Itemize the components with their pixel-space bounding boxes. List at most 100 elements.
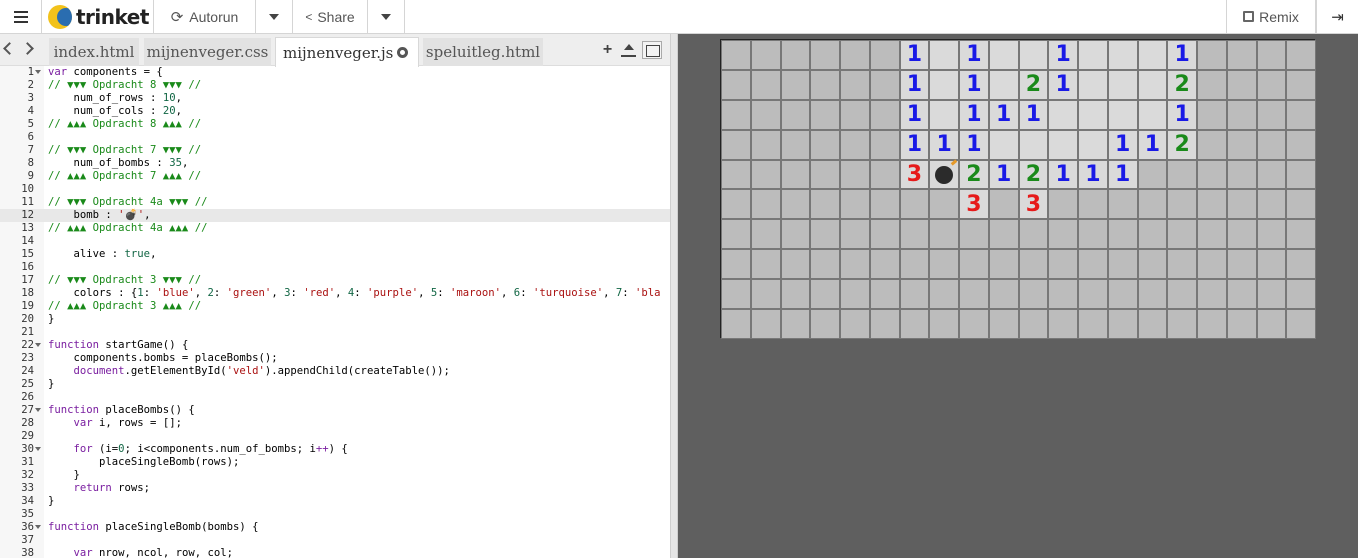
board-cell[interactable] (1197, 189, 1227, 220)
board-cell[interactable] (1197, 309, 1227, 339)
board-cell[interactable] (780, 99, 811, 130)
board-cell[interactable] (1137, 40, 1168, 70)
board-cell[interactable] (1167, 159, 1197, 190)
board-cell[interactable] (1226, 309, 1257, 339)
board-cell[interactable] (810, 99, 840, 130)
board-cell[interactable]: 2 (1018, 159, 1049, 190)
board-cell[interactable] (899, 309, 930, 339)
board-cell[interactable]: 1 (959, 40, 989, 70)
board-cell[interactable] (1107, 309, 1138, 339)
board-cell[interactable] (959, 249, 989, 280)
board-cell[interactable] (840, 189, 870, 220)
board-cell[interactable] (1197, 69, 1227, 100)
board-cell[interactable] (1197, 99, 1227, 130)
board-cell[interactable] (1048, 99, 1078, 130)
board-cell[interactable] (869, 99, 900, 130)
board-cell[interactable] (1137, 279, 1168, 310)
chevron-left-icon[interactable] (3, 42, 16, 55)
board-cell[interactable] (1197, 249, 1227, 280)
board-cell[interactable]: 1 (959, 129, 989, 160)
tab-index-html[interactable]: index.html (49, 38, 139, 66)
board-cell[interactable] (929, 249, 959, 280)
board-cell[interactable] (750, 40, 781, 70)
board-cell[interactable] (780, 189, 811, 220)
board-cell[interactable] (721, 309, 751, 339)
board-cell[interactable] (750, 189, 781, 220)
board-cell[interactable] (929, 69, 959, 100)
code-line[interactable]: 4 num_of_cols : 20, (0, 105, 670, 118)
board-cell[interactable]: 1 (929, 129, 959, 160)
board-cell[interactable]: 1 (959, 99, 989, 130)
board-cell[interactable] (1286, 159, 1316, 190)
board-cell[interactable]: 1 (1048, 69, 1078, 100)
board-cell[interactable]: 1 (1078, 159, 1108, 190)
board-cell[interactable] (1048, 249, 1078, 280)
board-cell[interactable] (810, 309, 840, 339)
board-cell[interactable] (1167, 189, 1197, 220)
board-cell[interactable] (1048, 219, 1078, 250)
board-cell[interactable] (721, 279, 751, 310)
board-cell[interactable] (840, 69, 870, 100)
board-cell[interactable] (1078, 40, 1108, 70)
board-cell[interactable]: 1 (988, 99, 1019, 130)
code-line[interactable]: 17 // ▼▼▼ Opdracht 3 ▼▼▼ // (0, 274, 670, 287)
board-cell[interactable] (1107, 249, 1138, 280)
board-cell[interactable] (750, 159, 781, 190)
board-cell[interactable] (750, 129, 781, 160)
board-cell[interactable] (780, 279, 811, 310)
board-cell[interactable] (929, 279, 959, 310)
tab-mijnenveger-css[interactable]: mijnenveger.css (144, 38, 271, 66)
board-cell[interactable] (1197, 159, 1227, 190)
share-options-dropdown[interactable] (368, 0, 405, 33)
board-cell[interactable] (1256, 309, 1287, 339)
board-cell[interactable]: 1 (1048, 159, 1078, 190)
code-line[interactable]: 34} (0, 495, 670, 508)
board-cell[interactable] (1256, 249, 1287, 280)
board-cell[interactable] (1137, 189, 1168, 220)
board-cell[interactable] (1018, 279, 1049, 310)
board-cell[interactable] (1226, 129, 1257, 160)
board-cell[interactable] (1078, 69, 1108, 100)
board-cell[interactable] (1286, 99, 1316, 130)
board-cell[interactable] (988, 309, 1019, 339)
board-cell[interactable] (1286, 69, 1316, 100)
board-cell[interactable] (721, 249, 751, 280)
code-line[interactable]: 32 } (0, 469, 670, 482)
board-cell[interactable] (899, 279, 930, 310)
board-cell[interactable] (750, 99, 781, 130)
board-cell[interactable] (1256, 40, 1287, 70)
board-cell[interactable] (810, 219, 840, 250)
board-cell[interactable] (721, 129, 751, 160)
board-cell[interactable] (721, 189, 751, 220)
board-cell[interactable] (721, 40, 751, 70)
board-cell[interactable] (988, 189, 1019, 220)
image-library-icon[interactable] (642, 41, 662, 59)
board-cell[interactable] (750, 279, 781, 310)
board-cell[interactable] (1226, 279, 1257, 310)
board-cell[interactable] (1256, 279, 1287, 310)
board-cell[interactable] (929, 99, 959, 130)
board-cell[interactable] (1018, 219, 1049, 250)
board-cell[interactable] (1226, 40, 1257, 70)
board-cell[interactable] (869, 69, 900, 100)
board-cell[interactable] (869, 249, 900, 280)
code-line[interactable]: 7 // ▼▼▼ Opdracht 7 ▼▼▼ // (0, 144, 670, 157)
code-line[interactable]: 10 (0, 183, 670, 196)
board-cell[interactable] (1256, 159, 1287, 190)
board-cell[interactable] (1078, 309, 1108, 339)
board-cell[interactable] (988, 219, 1019, 250)
board-cell[interactable] (1226, 99, 1257, 130)
board-cell[interactable] (1286, 309, 1316, 339)
board-cell[interactable] (1107, 40, 1138, 70)
code-line[interactable]: 29 (0, 430, 670, 443)
board-cell[interactable] (1226, 189, 1257, 220)
board-cell[interactable] (988, 69, 1019, 100)
board-cell[interactable] (1018, 249, 1049, 280)
board-cell[interactable] (810, 159, 840, 190)
gear-icon[interactable] (397, 47, 408, 58)
code-line[interactable]: 9 // ▲▲▲ Opdracht 7 ▲▲▲ // (0, 170, 670, 183)
board-cell[interactable] (899, 219, 930, 250)
board-cell[interactable] (840, 219, 870, 250)
board-cell[interactable]: 1 (899, 69, 930, 100)
board-cell[interactable] (929, 159, 959, 190)
